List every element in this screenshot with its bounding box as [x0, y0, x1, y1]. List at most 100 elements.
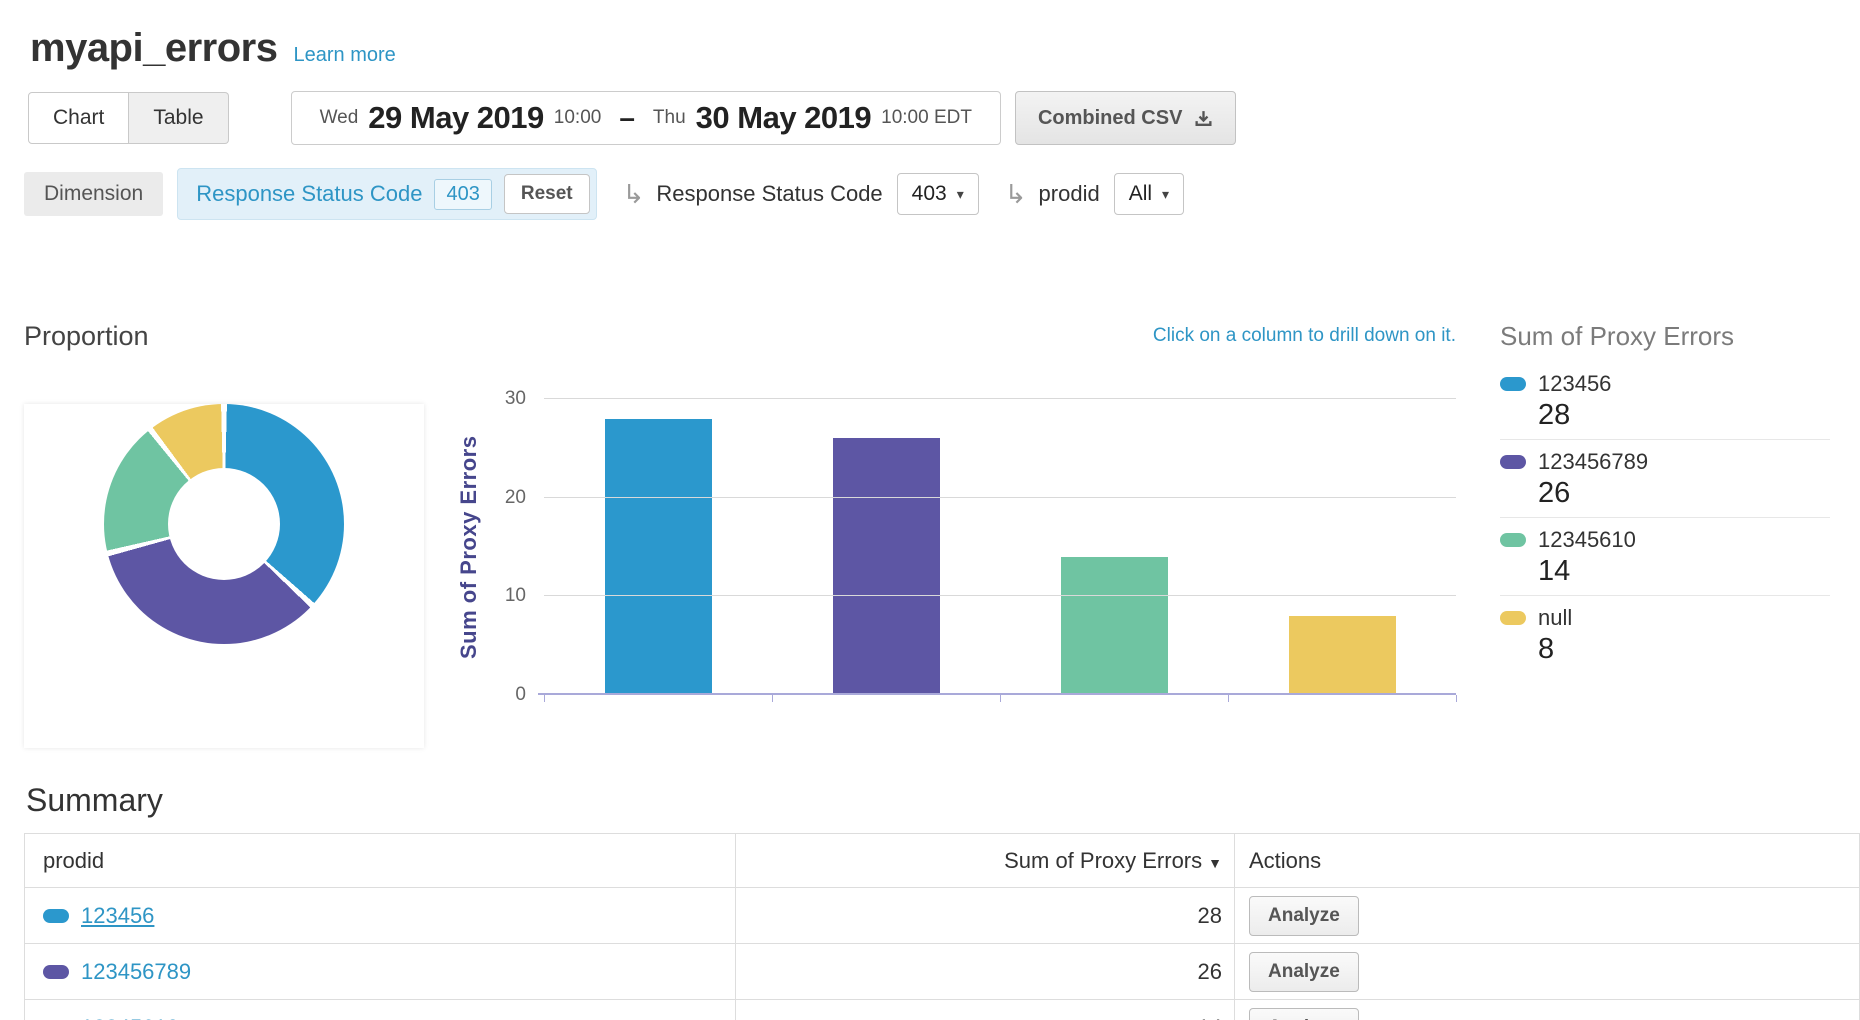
drilldown-arrow-icon: ↳ [1005, 179, 1027, 210]
gridline [544, 595, 1456, 596]
page-header: myapi_errors Learn more [0, 0, 1860, 71]
row-swatch [43, 909, 69, 923]
prodid-link[interactable]: 123456 [81, 903, 154, 928]
row-value: 14 [736, 1000, 1235, 1020]
proportion-title: Proportion [24, 321, 424, 352]
chevron-down-icon: ▾ [1162, 186, 1169, 203]
prodid-dropdown[interactable]: All ▾ [1114, 173, 1184, 215]
view-toggle: Chart Table [28, 92, 229, 144]
y-tick-label: 10 [505, 585, 526, 607]
y-tick-label: 0 [515, 684, 526, 706]
prodid-link[interactable]: 12345610 [81, 1015, 179, 1020]
status-code-dropdown-value: 403 [912, 182, 947, 206]
prodid-drilldown-label: prodid [1039, 181, 1100, 207]
gridline [544, 497, 1456, 498]
legend-swatch [1500, 533, 1526, 547]
legend-entries: 12345628123456789261234561014null8 [1500, 362, 1830, 673]
column-header-sum[interactable]: Sum of Proxy Errors▼ [736, 834, 1235, 888]
gridline [544, 398, 1456, 399]
bar-slot [1000, 399, 1228, 695]
legend-series-value: 28 [1538, 399, 1830, 432]
legend-series-name: 123456789 [1538, 449, 1648, 475]
legend-title: Sum of Proxy Errors [1500, 321, 1830, 352]
x-axis-tick [1456, 695, 1457, 702]
bar-chart: Sum of Proxy Errors 0102030 [456, 399, 1456, 695]
legend-swatch [1500, 377, 1526, 391]
legend-entry: 1234561014 [1500, 518, 1830, 596]
legend-entry: 12345628 [1500, 362, 1830, 440]
summary-table: prodid Sum of Proxy Errors▼ Actions 1234… [24, 833, 1860, 1020]
drilldown-hint: Click on a column to drill down on it. [456, 325, 1456, 347]
table-row: 12345678926Analyze [25, 944, 1860, 1000]
bar-column[interactable] [1289, 616, 1396, 695]
analyze-button[interactable]: Analyze [1249, 896, 1359, 936]
charts-section: Proportion Click on a column to drill do… [0, 321, 1860, 748]
end-day-label: Thu [653, 107, 686, 129]
date-range-separator: – [619, 102, 635, 134]
legend-series-value: 8 [1538, 633, 1830, 666]
row-value: 28 [736, 888, 1235, 944]
bar-column[interactable] [605, 419, 712, 695]
legend-series-value: 14 [1538, 555, 1830, 588]
x-axis-tick [772, 695, 773, 702]
table-row: 12345610 14 Analyze [25, 1000, 1860, 1020]
analyze-button[interactable]: Analyze [1249, 1008, 1359, 1020]
bar-slot [544, 399, 772, 695]
proportion-panel: Proportion [24, 321, 424, 748]
start-day-label: Wed [320, 107, 359, 129]
y-tick-label: 30 [505, 388, 526, 410]
table-row: 123456 28 Analyze [25, 888, 1860, 944]
end-date-label: 30 May 2019 [696, 100, 871, 136]
end-time-label: 10:00 EDT [881, 107, 972, 129]
filter-chip-value: 403 [434, 179, 491, 210]
donut-card [24, 404, 424, 748]
chart-tab[interactable]: Chart [28, 92, 129, 144]
sort-desc-icon: ▼ [1208, 855, 1222, 871]
combined-csv-button[interactable]: Combined CSV [1015, 91, 1236, 145]
prodid-dropdown-value: All [1129, 182, 1152, 206]
filters-row: Dimension Response Status Code 403 Reset… [24, 171, 1860, 217]
download-icon [1194, 109, 1213, 128]
reset-button[interactable]: Reset [504, 174, 590, 214]
dimension-label: Dimension [24, 172, 163, 216]
x-axis-tick [544, 695, 545, 702]
date-range-picker[interactable]: Wed 29 May 2019 10:00 – Thu 30 May 2019 … [291, 91, 1001, 145]
legend-series-name: 123456 [1538, 371, 1611, 397]
drilldown-arrow-icon: ↳ [623, 179, 645, 210]
active-filter-chip[interactable]: Response Status Code 403 Reset [177, 168, 596, 220]
y-axis-label: Sum of Proxy Errors [456, 399, 484, 695]
chevron-down-icon: ▾ [957, 186, 964, 203]
table-header-row: prodid Sum of Proxy Errors▼ Actions [25, 834, 1860, 888]
column-header-actions: Actions [1235, 834, 1860, 888]
table-tab[interactable]: Table [129, 92, 228, 144]
column-header-prodid[interactable]: prodid [25, 834, 736, 888]
start-date-label: 29 May 2019 [368, 100, 543, 136]
legend-entry: null8 [1500, 596, 1830, 673]
row-swatch [43, 965, 69, 979]
bar-plot [544, 399, 1456, 695]
bar-slot [1228, 399, 1456, 695]
status-code-dropdown[interactable]: 403 ▾ [897, 173, 979, 215]
status-code-drilldown-label: Response Status Code [656, 181, 882, 207]
summary-title: Summary [26, 782, 1860, 819]
csv-button-label: Combined CSV [1038, 107, 1182, 130]
y-axis-ticks: 0102030 [484, 399, 526, 695]
chart-legend: Sum of Proxy Errors 12345628 12345678926 1… [1500, 321, 1830, 748]
start-time-label: 10:00 [554, 107, 602, 129]
summary-table-body: 12345628Analyze12345678926Analyze1234561… [25, 888, 1860, 1020]
legend-swatch [1500, 455, 1526, 469]
bar-chart-panel: Click on a column to drill down on it. S… [456, 321, 1456, 748]
analyze-button[interactable]: Analyze [1249, 952, 1359, 992]
bar-slot [772, 399, 1000, 695]
prodid-link[interactable]: 123456789 [81, 959, 191, 984]
x-axis-tick [1228, 695, 1229, 702]
bar-column[interactable] [1061, 557, 1168, 695]
y-tick-label: 20 [505, 487, 526, 509]
filter-chip-label: Response Status Code [196, 181, 422, 207]
donut-chart[interactable] [104, 404, 344, 644]
learn-more-link[interactable]: Learn more [293, 44, 395, 67]
x-axis-tick [1000, 695, 1001, 702]
legend-series-value: 26 [1538, 477, 1830, 510]
legend-series-name: null [1538, 605, 1572, 631]
bar-column[interactable] [833, 438, 940, 695]
